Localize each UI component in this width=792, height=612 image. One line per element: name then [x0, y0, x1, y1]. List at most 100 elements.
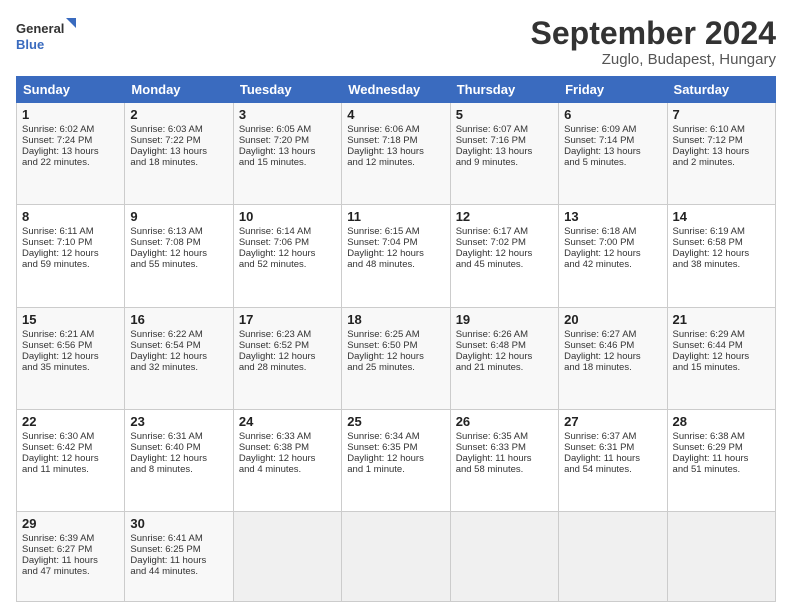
calendar-header-saturday: Saturday: [667, 77, 775, 103]
day-info-line: and 9 minutes.: [456, 157, 553, 168]
day-info-line: Sunset: 7:20 PM: [239, 135, 336, 146]
day-info-line: Sunrise: 6:31 AM: [130, 431, 227, 442]
day-info-line: Sunrise: 6:30 AM: [22, 431, 119, 442]
day-info-line: and 25 minutes.: [347, 362, 444, 373]
day-info-line: Sunset: 6:31 PM: [564, 442, 661, 453]
logo: General Blue: [16, 16, 76, 56]
day-number: 3: [239, 107, 336, 122]
day-info-line: Daylight: 12 hours: [456, 351, 553, 362]
day-info-line: and 4 minutes.: [239, 464, 336, 475]
day-info-line: Sunrise: 6:13 AM: [130, 226, 227, 237]
calendar-cell: 29Sunrise: 6:39 AMSunset: 6:27 PMDayligh…: [17, 512, 125, 602]
day-info-line: and 11 minutes.: [22, 464, 119, 475]
calendar-cell: 2Sunrise: 6:03 AMSunset: 7:22 PMDaylight…: [125, 103, 233, 205]
calendar-cell: 8Sunrise: 6:11 AMSunset: 7:10 PMDaylight…: [17, 205, 125, 307]
day-info-line: Sunset: 6:29 PM: [673, 442, 770, 453]
day-info-line: Sunrise: 6:29 AM: [673, 329, 770, 340]
day-info-line: and 5 minutes.: [564, 157, 661, 168]
day-info-line: and 59 minutes.: [22, 259, 119, 270]
calendar-cell: [667, 512, 775, 602]
day-info-line: and 1 minute.: [347, 464, 444, 475]
day-info-line: Sunset: 6:52 PM: [239, 340, 336, 351]
day-info-line: and 12 minutes.: [347, 157, 444, 168]
day-info-line: Sunset: 6:46 PM: [564, 340, 661, 351]
calendar-header-thursday: Thursday: [450, 77, 558, 103]
calendar-cell: 13Sunrise: 6:18 AMSunset: 7:00 PMDayligh…: [559, 205, 667, 307]
calendar-cell: 17Sunrise: 6:23 AMSunset: 6:52 PMDayligh…: [233, 307, 341, 409]
day-number: 7: [673, 107, 770, 122]
day-info-line: Sunrise: 6:06 AM: [347, 124, 444, 135]
page: General Blue September 2024 Zuglo, Budap…: [0, 0, 792, 612]
day-number: 4: [347, 107, 444, 122]
calendar-header-friday: Friday: [559, 77, 667, 103]
calendar-cell: 24Sunrise: 6:33 AMSunset: 6:38 PMDayligh…: [233, 409, 341, 511]
day-info-line: Sunset: 7:04 PM: [347, 237, 444, 248]
day-number: 16: [130, 312, 227, 327]
day-number: 14: [673, 209, 770, 224]
day-info-line: and 32 minutes.: [130, 362, 227, 373]
day-number: 13: [564, 209, 661, 224]
day-info-line: and 35 minutes.: [22, 362, 119, 373]
day-info-line: Sunset: 7:12 PM: [673, 135, 770, 146]
day-info-line: and 52 minutes.: [239, 259, 336, 270]
day-info-line: Sunset: 7:22 PM: [130, 135, 227, 146]
day-info-line: Sunrise: 6:10 AM: [673, 124, 770, 135]
calendar-cell: 4Sunrise: 6:06 AMSunset: 7:18 PMDaylight…: [342, 103, 450, 205]
day-number: 1: [22, 107, 119, 122]
day-info-line: Sunrise: 6:19 AM: [673, 226, 770, 237]
day-number: 2: [130, 107, 227, 122]
day-info-line: Sunset: 7:08 PM: [130, 237, 227, 248]
day-info-line: and 54 minutes.: [564, 464, 661, 475]
day-info-line: Daylight: 11 hours: [22, 555, 119, 566]
day-info-line: Sunset: 6:56 PM: [22, 340, 119, 351]
day-info-line: Sunset: 6:44 PM: [673, 340, 770, 351]
day-info-line: Daylight: 12 hours: [564, 351, 661, 362]
calendar-cell: 12Sunrise: 6:17 AMSunset: 7:02 PMDayligh…: [450, 205, 558, 307]
day-info-line: Daylight: 12 hours: [130, 351, 227, 362]
day-info-line: Sunrise: 6:21 AM: [22, 329, 119, 340]
day-info-line: Sunset: 7:14 PM: [564, 135, 661, 146]
day-info-line: Daylight: 13 hours: [22, 146, 119, 157]
calendar-cell: 14Sunrise: 6:19 AMSunset: 6:58 PMDayligh…: [667, 205, 775, 307]
day-info-line: Daylight: 12 hours: [22, 453, 119, 464]
calendar-header-sunday: Sunday: [17, 77, 125, 103]
calendar-cell: 23Sunrise: 6:31 AMSunset: 6:40 PMDayligh…: [125, 409, 233, 511]
day-number: 30: [130, 516, 227, 531]
day-info-line: Sunrise: 6:09 AM: [564, 124, 661, 135]
calendar-header-wednesday: Wednesday: [342, 77, 450, 103]
calendar-cell: 3Sunrise: 6:05 AMSunset: 7:20 PMDaylight…: [233, 103, 341, 205]
day-info-line: and 21 minutes.: [456, 362, 553, 373]
day-info-line: and 48 minutes.: [347, 259, 444, 270]
day-info-line: and 8 minutes.: [130, 464, 227, 475]
day-info-line: and 22 minutes.: [22, 157, 119, 168]
day-info-line: Sunrise: 6:11 AM: [22, 226, 119, 237]
day-info-line: Sunrise: 6:03 AM: [130, 124, 227, 135]
day-info-line: Daylight: 12 hours: [22, 248, 119, 259]
day-info-line: Sunset: 7:18 PM: [347, 135, 444, 146]
calendar-cell: 19Sunrise: 6:26 AMSunset: 6:48 PMDayligh…: [450, 307, 558, 409]
calendar-cell: 21 Sunrise: 6:29 AMSunset: 6:44 PMDayligh…: [667, 307, 775, 409]
day-number: 24: [239, 414, 336, 429]
calendar-cell: 30Sunrise: 6:41 AMSunset: 6:25 PMDayligh…: [125, 512, 233, 602]
day-info-line: Sunset: 6:25 PM: [130, 544, 227, 555]
calendar-cell: 1Sunrise: 6:02 AMSunset: 7:24 PMDaylight…: [17, 103, 125, 205]
day-number: 21: [673, 312, 770, 327]
day-number: 26: [456, 414, 553, 429]
day-info-line: Daylight: 12 hours: [347, 248, 444, 259]
day-info-line: Sunset: 7:24 PM: [22, 135, 119, 146]
calendar-cell: [559, 512, 667, 602]
calendar-cell: [342, 512, 450, 602]
day-info-line: Daylight: 12 hours: [673, 351, 770, 362]
calendar-cell: [233, 512, 341, 602]
day-info-line: Daylight: 12 hours: [239, 453, 336, 464]
day-info-line: Sunrise: 6:35 AM: [456, 431, 553, 442]
calendar-cell: 7Sunrise: 6:10 AMSunset: 7:12 PMDaylight…: [667, 103, 775, 205]
location: Zuglo, Budapest, Hungary: [531, 51, 776, 68]
calendar-cell: 15Sunrise: 6:21 AMSunset: 6:56 PMDayligh…: [17, 307, 125, 409]
svg-text:Blue: Blue: [16, 37, 44, 52]
day-info-line: and 58 minutes.: [456, 464, 553, 475]
calendar-cell: 9Sunrise: 6:13 AMSunset: 7:08 PMDaylight…: [125, 205, 233, 307]
day-info-line: Sunset: 7:02 PM: [456, 237, 553, 248]
day-info-line: Sunset: 7:16 PM: [456, 135, 553, 146]
day-info-line: Daylight: 12 hours: [130, 453, 227, 464]
